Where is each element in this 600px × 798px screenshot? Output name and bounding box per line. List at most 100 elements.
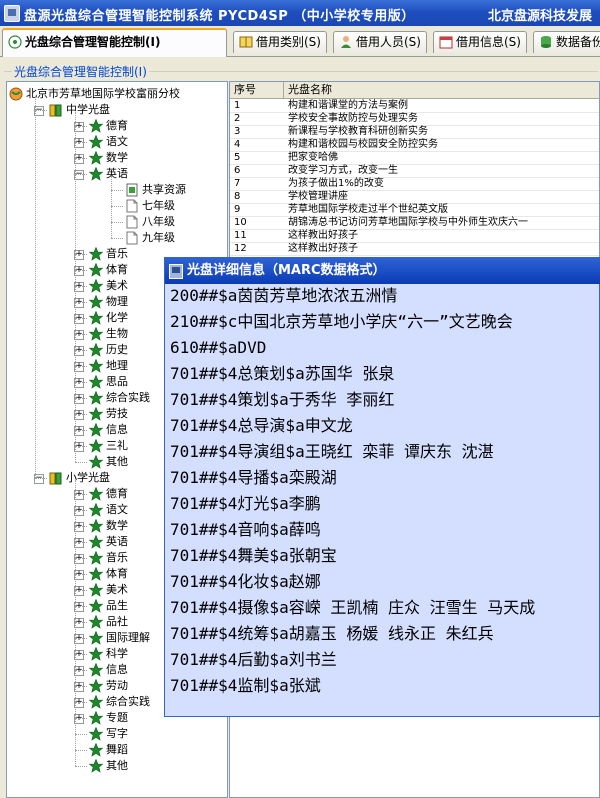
- table-row[interactable]: 9 芳草地国际学校走过半个世纪英文版: [230, 203, 599, 217]
- cell-number: 8: [234, 191, 241, 202]
- star-icon: [88, 614, 104, 629]
- tree-label: 美术: [106, 279, 128, 292]
- tree-connector: [75, 318, 87, 319]
- star-icon: [88, 390, 104, 405]
- tree-connector: [75, 750, 87, 751]
- tree-label: 音乐: [106, 551, 128, 564]
- column-header-name[interactable]: 光盘名称: [284, 82, 599, 98]
- tab-borrow-person[interactable]: 借用人员(S): [333, 31, 427, 53]
- tree-label: 信息: [106, 423, 128, 436]
- star-icon: [88, 406, 104, 421]
- tree-label: 三礼: [106, 439, 128, 452]
- tab-label: 光盘综合管理智能控制(I): [25, 35, 161, 49]
- tab-borrow-info[interactable]: 借用信息(S): [433, 31, 527, 53]
- table-row[interactable]: 4 构建和谐校园与校园安全防控实务: [230, 138, 599, 152]
- cell-disc-name: 构建和谐校园与校园安全防控实务: [288, 139, 438, 150]
- marc-field-line: 210##$c中国北京芳草地小学庆“六一”文艺晚会: [170, 312, 513, 331]
- tree-label: 化学: [106, 311, 128, 324]
- table-row[interactable]: 3 新课程与学校教育科研创新实务: [230, 125, 599, 139]
- cell-disc-name: 为孩子做出1%的改变: [288, 178, 384, 189]
- cell-number: 12: [234, 243, 247, 254]
- table-row[interactable]: 8 学校管理讲座: [230, 190, 599, 204]
- tree-label: 语文: [106, 135, 128, 148]
- tree-connector: [111, 206, 123, 207]
- table-row[interactable]: 1 构建和谐课堂的方法与案例: [230, 99, 599, 113]
- star-icon: [88, 326, 104, 341]
- tree-connector: [75, 574, 87, 575]
- table-row[interactable]: 5 把家变哈佛: [230, 151, 599, 165]
- star-icon: [88, 278, 104, 293]
- tree-label: 北京市芳草地国际学校富丽分校: [26, 87, 180, 100]
- cell-disc-name: 学校安全事故防控与处理实务: [288, 113, 418, 124]
- disc-icon: [8, 35, 22, 49]
- table-row[interactable]: 11 这样教出好孩子: [230, 229, 599, 243]
- tree-connector: [75, 254, 87, 255]
- tree-connector: [75, 126, 87, 127]
- tree-connector: [75, 142, 87, 143]
- tree-connector: [75, 494, 87, 495]
- tree-label: 语文: [106, 503, 128, 516]
- tree-connector: [75, 718, 87, 719]
- star-icon: [88, 678, 104, 693]
- tree-connector: [35, 478, 47, 479]
- tree-connector: [75, 382, 87, 383]
- table-row[interactable]: 7 为孩子做出1%的改变: [230, 177, 599, 191]
- star-icon: [88, 310, 104, 325]
- star-icon: [88, 150, 104, 165]
- tree-label: 七年级: [142, 199, 175, 212]
- tree-label: 音乐: [106, 247, 128, 260]
- globe-icon: [9, 87, 23, 101]
- table-row[interactable]: 2 学校安全事故防控与处理实务: [230, 112, 599, 126]
- app-icon: [4, 5, 20, 22]
- tab-label: 借用信息(S): [456, 35, 521, 49]
- shared-resource-icon: [125, 183, 139, 197]
- tab-data-backup[interactable]: 数据备份: [533, 31, 600, 53]
- tree-connector: [75, 480, 76, 766]
- marc-detail-dialog[interactable]: 光盘详细信息（MARC数据格式） 200##$a茵茵芳草地浓浓五洲情 210##$…: [164, 257, 600, 717]
- tree-label: 英语: [106, 167, 128, 180]
- tree-connector: [111, 238, 123, 239]
- tree-label: 品生: [106, 599, 128, 612]
- cell-number: 11: [234, 230, 247, 241]
- dialog-title-bar[interactable]: 光盘详细信息（MARC数据格式）: [165, 258, 600, 284]
- tree-connector: [75, 542, 87, 543]
- tree-label: 九年级: [142, 231, 175, 244]
- tab-label: 数据备份: [556, 35, 600, 49]
- tree-label: 国际理解: [106, 631, 150, 644]
- tree-connector: [75, 112, 76, 462]
- tree-label: 共享资源: [142, 183, 186, 196]
- document-icon: [125, 199, 139, 213]
- tree-connector: [35, 110, 47, 111]
- star-icon: [88, 134, 104, 149]
- tree-connector: [75, 270, 87, 271]
- tab-label: 借用类别(S): [256, 35, 321, 49]
- star-icon: [88, 598, 104, 613]
- table-row[interactable]: 10 胡锦涛总书记访问芳草地国际学校与中外师生欢庆六一: [230, 216, 599, 230]
- tree-connector: [75, 670, 87, 671]
- marc-field-line: 701##$4音响$a薛鸣: [170, 520, 321, 539]
- star-icon: [88, 422, 104, 437]
- tree-label: 德育: [106, 487, 128, 500]
- marc-field-line: 701##$4总导演$a申文龙: [170, 416, 353, 435]
- table-row[interactable]: 12 这样教出好孩子: [230, 242, 599, 256]
- cell-disc-name: 胡锦涛总书记访问芳草地国际学校与中外师生欢庆六一: [288, 217, 528, 228]
- cell-number: 10: [234, 217, 247, 228]
- tab-disc-management[interactable]: 光盘综合管理智能控制(I): [2, 28, 227, 57]
- tab-borrow-category[interactable]: 借用类别(S): [233, 31, 327, 53]
- book-icon: [239, 36, 253, 48]
- column-header-number[interactable]: 序号: [230, 82, 284, 98]
- marc-field-line: 701##$4摄像$a容嵘 王凯楠 庄众 汪雪生 马天成: [170, 598, 536, 617]
- marc-field-line: 701##$4总策划$a苏国华 张泉: [170, 364, 395, 383]
- star-icon: [88, 454, 104, 469]
- star-icon: [88, 246, 104, 261]
- tree-label: 专题: [106, 711, 128, 724]
- tree-connector: [75, 430, 87, 431]
- tree-connector: [75, 302, 87, 303]
- star-icon: [88, 166, 104, 181]
- table-row[interactable]: 6 改变学习方式，改变一生: [230, 164, 599, 178]
- title-bar: 盘源光盘综合管理智能控制系统 PYCD4SP （中小学校专用版） 北京盘源科技发…: [0, 0, 600, 26]
- tree-label: 生物: [106, 327, 128, 340]
- tab-bar: 光盘综合管理智能控制(I) 借用类别(S) 借用人员(S) 借用信息(S) 数据…: [0, 26, 600, 57]
- marc-field-line: 701##$4导演组$a王晓红 栾菲 谭庆东 沈湛: [170, 442, 494, 461]
- cell-number: 2: [234, 113, 241, 124]
